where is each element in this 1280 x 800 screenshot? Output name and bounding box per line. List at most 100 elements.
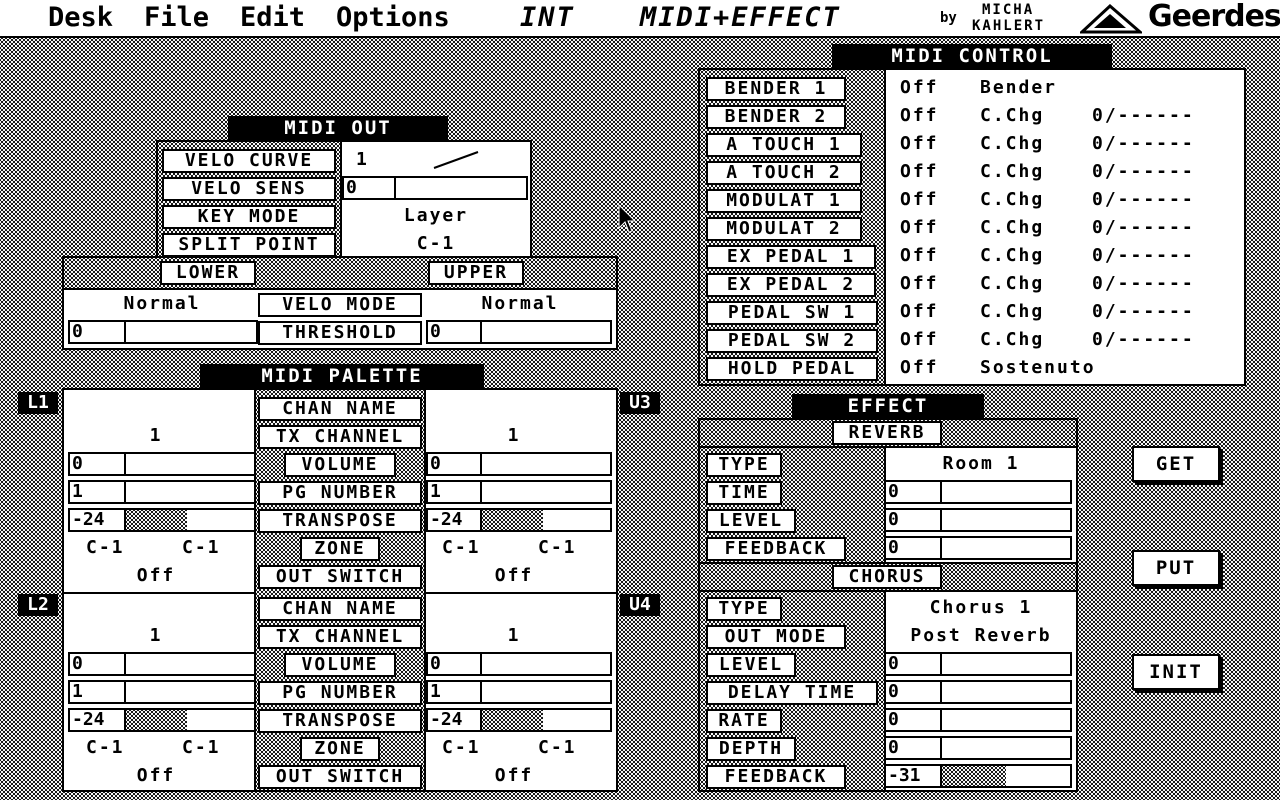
l2-out-switch-value[interactable]: Off — [66, 764, 246, 788]
chorus-delay-time-slider[interactable] — [940, 680, 1072, 704]
chorus-depth-slider[interactable] — [940, 736, 1072, 760]
lower-threshold-value[interactable]: 0 — [68, 320, 126, 344]
midi-control-value[interactable]: 0/------ — [1092, 104, 1195, 128]
velo-curve-value[interactable]: 1 — [356, 148, 369, 172]
menu-file[interactable]: File — [144, 2, 209, 34]
midi-control-value[interactable]: 0/------ — [1092, 188, 1195, 212]
l2-volume-value[interactable]: 0 — [68, 652, 126, 676]
midi-control-destination[interactable]: C.Chg — [980, 188, 1044, 212]
l2-pg-number-slider[interactable] — [124, 680, 256, 704]
midi-control-value[interactable]: 0/------ — [1092, 272, 1195, 296]
midi-control-state[interactable]: Off — [900, 132, 939, 156]
midi-control-value[interactable]: 0/------ — [1092, 216, 1195, 240]
init-button[interactable]: INIT — [1132, 654, 1220, 690]
l1-transpose-slider[interactable] — [124, 508, 256, 532]
u4-zone-low[interactable]: C-1 — [442, 736, 481, 760]
l1-volume-value[interactable]: 0 — [68, 452, 126, 476]
midi-control-destination[interactable]: C.Chg — [980, 216, 1044, 240]
chorus-feedback-slider[interactable] — [940, 764, 1072, 788]
midi-control-value[interactable]: 0/------ — [1092, 160, 1195, 184]
midi-control-destination[interactable]: C.Chg — [980, 328, 1044, 352]
midi-control-state[interactable]: Off — [900, 328, 939, 352]
chorus-delay-time-value[interactable]: 0 — [884, 680, 942, 704]
midi-control-destination[interactable]: C.Chg — [980, 300, 1044, 324]
reverb-time-value[interactable]: 0 — [884, 480, 942, 504]
chorus-level-slider[interactable] — [940, 652, 1072, 676]
key-mode-value[interactable]: Layer — [342, 204, 530, 228]
midi-control-value[interactable]: 0/------ — [1092, 132, 1195, 156]
u3-zone-low[interactable]: C-1 — [442, 536, 481, 560]
u3-volume-slider[interactable] — [480, 452, 612, 476]
upper-threshold-slider[interactable] — [480, 320, 612, 344]
u3-transpose-slider[interactable] — [480, 508, 612, 532]
u3-volume-value[interactable]: 0 — [426, 452, 482, 476]
u4-tx-channel-value[interactable]: 1 — [424, 624, 604, 648]
lower-threshold-slider[interactable] — [124, 320, 258, 344]
u3-zone-high[interactable]: C-1 — [538, 536, 577, 560]
midi-control-state[interactable]: Off — [900, 216, 939, 240]
lower-velo-mode-value[interactable]: Normal — [66, 292, 258, 316]
u4-zone-high[interactable]: C-1 — [538, 736, 577, 760]
menu-edit[interactable]: Edit — [240, 2, 305, 34]
midi-control-destination[interactable]: C.Chg — [980, 272, 1044, 296]
reverb-time-slider[interactable] — [940, 480, 1072, 504]
chorus-rate-value[interactable]: 0 — [884, 708, 942, 732]
reverb-feedback-slider[interactable] — [940, 536, 1072, 560]
menu-desk[interactable]: Desk — [48, 2, 113, 34]
upper-threshold-value[interactable]: 0 — [426, 320, 482, 344]
chorus-type-value[interactable]: Chorus 1 — [886, 596, 1076, 620]
reverb-type-value[interactable]: Room 1 — [886, 452, 1076, 476]
l1-out-switch-value[interactable]: Off — [66, 564, 246, 588]
l2-zone-high[interactable]: C-1 — [182, 736, 221, 760]
u4-pg-number-slider[interactable] — [480, 680, 612, 704]
midi-control-destination[interactable]: Sostenuto — [980, 356, 1096, 380]
l1-pg-number-slider[interactable] — [124, 480, 256, 504]
l2-pg-number-value[interactable]: 1 — [68, 680, 126, 704]
u4-transpose-value[interactable]: -24 — [426, 708, 482, 732]
chorus-level-value[interactable]: 0 — [884, 652, 942, 676]
put-button[interactable]: PUT — [1132, 550, 1220, 586]
l2-transpose-value[interactable]: -24 — [68, 708, 126, 732]
reverb-level-value[interactable]: 0 — [884, 508, 942, 532]
midi-control-value[interactable]: 0/------ — [1092, 300, 1195, 324]
l1-transpose-value[interactable]: -24 — [68, 508, 126, 532]
menu-options[interactable]: Options — [336, 2, 450, 34]
midi-control-value[interactable]: 0/------ — [1092, 328, 1195, 352]
reverb-level-slider[interactable] — [940, 508, 1072, 532]
u4-volume-slider[interactable] — [480, 652, 612, 676]
chorus-out-mode-value[interactable]: Post Reverb — [886, 624, 1076, 648]
midi-control-state[interactable]: Off — [900, 356, 939, 380]
split-point-value[interactable]: C-1 — [342, 232, 530, 256]
l2-volume-slider[interactable] — [124, 652, 256, 676]
u4-volume-value[interactable]: 0 — [426, 652, 482, 676]
midi-control-state[interactable]: Off — [900, 76, 939, 100]
midi-control-state[interactable]: Off — [900, 160, 939, 184]
u4-pg-number-value[interactable]: 1 — [426, 680, 482, 704]
l1-pg-number-value[interactable]: 1 — [68, 480, 126, 504]
midi-control-state[interactable]: Off — [900, 244, 939, 268]
velo-sens-slider[interactable] — [394, 176, 528, 200]
midi-control-state[interactable]: Off — [900, 272, 939, 296]
midi-control-destination[interactable]: C.Chg — [980, 132, 1044, 156]
u3-pg-number-slider[interactable] — [480, 480, 612, 504]
midi-control-state[interactable]: Off — [900, 188, 939, 212]
midi-control-state[interactable]: Off — [900, 104, 939, 128]
u4-out-switch-value[interactable]: Off — [424, 764, 604, 788]
upper-velo-mode-value[interactable]: Normal — [424, 292, 616, 316]
get-button[interactable]: GET — [1132, 446, 1220, 482]
l1-zone-high[interactable]: C-1 — [182, 536, 221, 560]
u4-transpose-slider[interactable] — [480, 708, 612, 732]
u3-tx-channel-value[interactable]: 1 — [424, 424, 604, 448]
l1-tx-channel-value[interactable]: 1 — [66, 424, 246, 448]
reverb-feedback-value[interactable]: 0 — [884, 536, 942, 560]
chorus-feedback-value[interactable]: -31 — [884, 764, 942, 788]
l1-zone-low[interactable]: C-1 — [86, 536, 125, 560]
midi-control-destination[interactable]: C.Chg — [980, 104, 1044, 128]
velo-sens-value[interactable]: 0 — [342, 176, 396, 200]
midi-control-destination[interactable]: C.Chg — [980, 160, 1044, 184]
midi-control-destination[interactable]: C.Chg — [980, 244, 1044, 268]
l1-volume-slider[interactable] — [124, 452, 256, 476]
l2-transpose-slider[interactable] — [124, 708, 256, 732]
l2-zone-low[interactable]: C-1 — [86, 736, 125, 760]
u3-out-switch-value[interactable]: Off — [424, 564, 604, 588]
